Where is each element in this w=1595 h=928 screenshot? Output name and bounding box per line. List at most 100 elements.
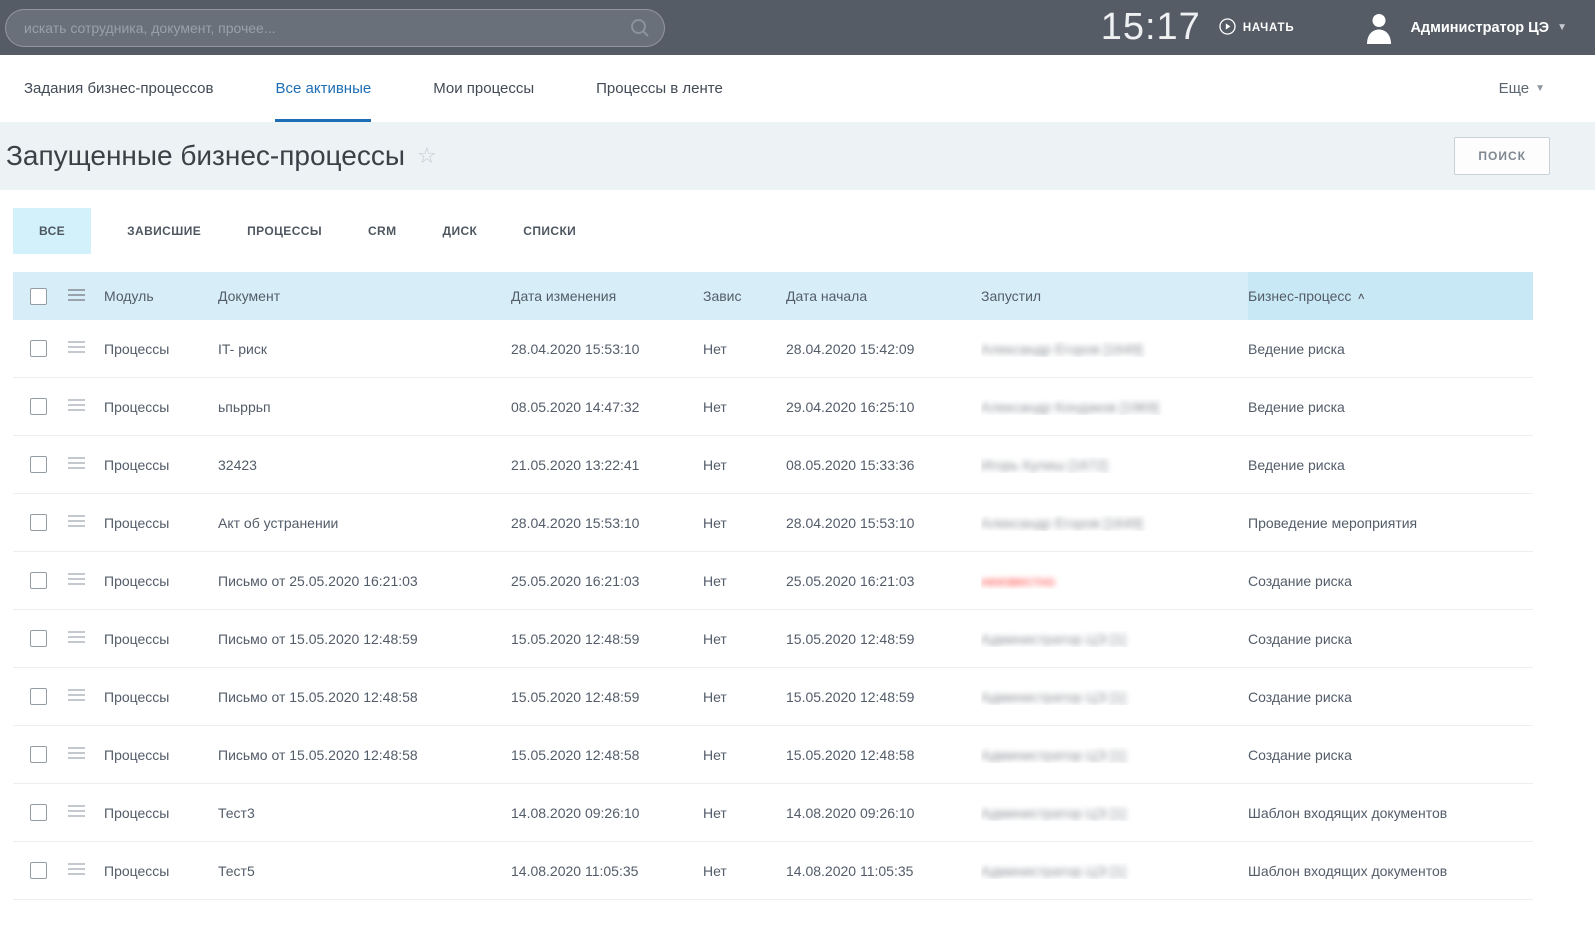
cell-process: Создание риска <box>1248 689 1533 705</box>
started-by-user[interactable]: Игорь Кулиш [1672] <box>981 457 1108 473</box>
cell-modified: 15.05.2020 12:48:58 <box>511 747 703 763</box>
row-menu-icon[interactable] <box>68 686 85 704</box>
started-by-user[interactable]: Александр Егоров [1649] <box>981 515 1143 531</box>
row-checkbox[interactable] <box>30 630 47 647</box>
column-header[interactable]: Документ <box>218 288 511 304</box>
cell-module: Процессы <box>104 805 218 821</box>
row-checkbox-cell <box>13 398 60 416</box>
started-by-user[interactable]: Администратор ЦЭ [1] <box>981 747 1126 763</box>
cell-modified: 28.04.2020 15:53:10 <box>511 515 703 531</box>
table-row[interactable]: ПроцессыАкт об устранении28.04.2020 15:5… <box>13 494 1533 552</box>
row-checkbox[interactable] <box>30 456 47 473</box>
cell-document: 32423 <box>218 457 511 473</box>
row-menu-icon[interactable] <box>68 570 85 588</box>
row-checkbox[interactable] <box>30 804 47 821</box>
row-menu-icon[interactable] <box>68 802 85 820</box>
row-checkbox[interactable] <box>30 514 47 531</box>
started-by-user[interactable]: Администратор ЦЭ [1] <box>981 863 1126 879</box>
search-icon[interactable] <box>629 17 651 44</box>
search-button[interactable]: поиск <box>1454 137 1550 175</box>
started-by-user[interactable]: неизвестно <box>981 573 1055 589</box>
filter-preset[interactable]: ДИСК <box>443 224 478 238</box>
column-header[interactable]: Дата изменения <box>511 288 703 304</box>
nav-tab[interactable]: Задания бизнес-процессов <box>24 55 213 122</box>
row-menu-icon[interactable] <box>68 860 85 878</box>
cell-process: Ведение риска <box>1248 399 1533 415</box>
column-header[interactable]: Запустил <box>981 288 1248 304</box>
user-menu[interactable]: Администратор ЦЭ ▼ <box>1410 20 1567 36</box>
row-checkbox[interactable] <box>30 398 47 415</box>
column-header[interactable]: Бизнес-процесс∧ <box>1248 272 1533 320</box>
cell-document: IT- риск <box>218 341 511 357</box>
filter-preset[interactable]: ВСЕ <box>13 208 91 254</box>
row-menu-icon[interactable] <box>68 338 85 356</box>
filter-preset[interactable]: СПИСКИ <box>523 224 576 238</box>
cell-started-by: Игорь Кулиш [1672] <box>981 457 1248 473</box>
select-all-checkbox[interactable] <box>30 288 47 305</box>
filter-preset[interactable]: ЗАВИСШИЕ <box>127 224 201 238</box>
row-menu-icon[interactable] <box>68 512 85 530</box>
started-by-user[interactable]: Администратор ЦЭ [1] <box>981 689 1126 705</box>
cell-started-by: Администратор ЦЭ [1] <box>981 805 1248 821</box>
table-row[interactable]: ПроцессыПисьмо от 15.05.2020 12:48:5815.… <box>13 726 1533 784</box>
avatar[interactable] <box>1364 12 1394 44</box>
row-checkbox[interactable] <box>30 746 47 763</box>
title-bar: Запущенные бизнес-процессы ☆ поиск <box>0 122 1595 190</box>
row-menu-icon[interactable] <box>68 628 85 646</box>
settings-menu-icon[interactable] <box>68 286 85 304</box>
row-menu-icon[interactable] <box>68 744 85 762</box>
started-by-user[interactable]: Администратор ЦЭ [1] <box>981 631 1126 647</box>
row-checkbox[interactable] <box>30 862 47 879</box>
cell-module: Процессы <box>104 515 218 531</box>
cell-stuck: Нет <box>703 573 786 589</box>
cell-module: Процессы <box>104 863 218 879</box>
column-label: Документ <box>218 288 280 304</box>
nav-tab[interactable]: Процессы в ленте <box>596 55 723 122</box>
cell-modified: 08.05.2020 14:47:32 <box>511 399 703 415</box>
row-menu-icon[interactable] <box>68 396 85 414</box>
favorite-star-icon[interactable]: ☆ <box>417 145 437 167</box>
row-checkbox[interactable] <box>30 572 47 589</box>
column-header[interactable]: Модуль <box>104 288 218 304</box>
cell-modified: 28.04.2020 15:53:10 <box>511 341 703 357</box>
column-header[interactable]: Дата начала <box>786 288 981 304</box>
started-by-user[interactable]: Александр Кондаков [1969] <box>981 399 1159 415</box>
column-label: Запустил <box>981 288 1041 304</box>
column-header[interactable]: Завис <box>703 288 786 304</box>
row-menu-cell <box>60 686 104 707</box>
cell-process: Создание риска <box>1248 573 1533 589</box>
row-checkbox[interactable] <box>30 688 47 705</box>
table-row[interactable]: ПроцессыТест514.08.2020 11:05:35Нет14.08… <box>13 842 1533 900</box>
row-menu-cell <box>60 570 104 591</box>
table-row[interactable]: Процессы3242321.05.2020 13:22:41Нет08.05… <box>13 436 1533 494</box>
started-by-user[interactable]: Администратор ЦЭ [1] <box>981 805 1126 821</box>
table-row[interactable]: ПроцессыIT- риск28.04.2020 15:53:10Нет28… <box>13 320 1533 378</box>
row-checkbox[interactable] <box>30 340 47 357</box>
nav-tab[interactable]: Мои процессы <box>433 55 534 122</box>
table-row[interactable]: ПроцессыПисьмо от 25.05.2020 16:21:0325.… <box>13 552 1533 610</box>
filter-preset[interactable]: CRM <box>368 224 397 238</box>
more-menu[interactable]: Еще ▼ <box>1499 55 1545 122</box>
cell-started: 14.08.2020 11:05:35 <box>786 863 981 879</box>
cell-module: Процессы <box>104 747 218 763</box>
nav-tab[interactable]: Все активные <box>275 55 371 122</box>
search-input[interactable] <box>5 9 665 47</box>
header-checkbox-cell <box>13 287 60 305</box>
filter-preset[interactable]: ПРОЦЕССЫ <box>247 224 322 238</box>
cell-stuck: Нет <box>703 399 786 415</box>
cell-module: Процессы <box>104 631 218 647</box>
header-menu-cell <box>60 286 104 307</box>
global-search[interactable] <box>5 9 665 47</box>
cell-module: Процессы <box>104 341 218 357</box>
started-by-user[interactable]: Александр Егоров [1649] <box>981 341 1143 357</box>
cell-stuck: Нет <box>703 863 786 879</box>
table-row[interactable]: ПроцессыТест314.08.2020 09:26:10Нет14.08… <box>13 784 1533 842</box>
row-menu-icon[interactable] <box>68 454 85 472</box>
start-button[interactable]: НАЧАТЬ <box>1219 18 1295 38</box>
cell-started-by: Администратор ЦЭ [1] <box>981 689 1248 705</box>
table-row[interactable]: ПроцессыПисьмо от 15.05.2020 12:48:5815.… <box>13 668 1533 726</box>
table-row[interactable]: ПроцессыПисьмо от 15.05.2020 12:48:5915.… <box>13 610 1533 668</box>
table-row[interactable]: Процессыьпьррьп08.05.2020 14:47:32Нет29.… <box>13 378 1533 436</box>
user-name: Администратор ЦЭ <box>1410 20 1549 36</box>
row-checkbox-cell <box>13 688 60 706</box>
